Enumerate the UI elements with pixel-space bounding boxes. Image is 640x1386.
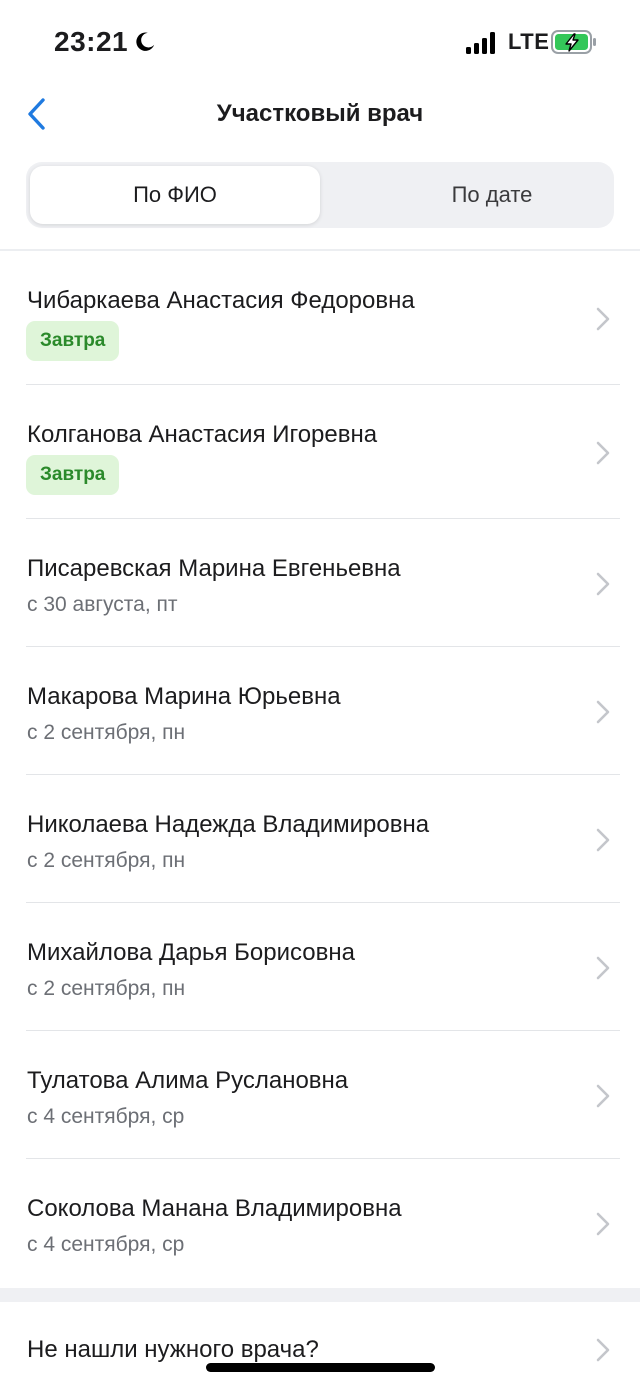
doctor-list: Чибаркаева Анастасия Федоровна Завтра Ко…: [0, 251, 640, 1287]
tab-by-date[interactable]: По дате: [346, 166, 638, 224]
status-bar: 23:21 LTE: [0, 0, 640, 86]
doctor-name: Соколова Манана Владимировна: [27, 1195, 402, 1222]
sort-segmented-control: По ФИО По дате: [26, 162, 614, 228]
list-item[interactable]: Соколова Манана Владимировна с 4 сентябр…: [0, 1159, 640, 1287]
chevron-right-icon: [596, 572, 610, 596]
home-indicator: [206, 1363, 435, 1372]
doctor-name: Писаревская Марина Евгеньевна: [27, 555, 401, 582]
chevron-right-icon: [596, 441, 610, 465]
availability-date: с 30 августа, пт: [27, 593, 178, 616]
doctor-name: Михайлова Дарья Борисовна: [27, 939, 355, 966]
status-time: 23:21: [54, 26, 156, 58]
status-time-text: 23:21: [54, 26, 129, 57]
availability-date: с 2 сентября, пн: [27, 849, 186, 872]
availability-badge: Завтра: [26, 455, 120, 495]
section-separator: [0, 1288, 640, 1302]
availability-date: с 4 сентября, ср: [27, 1105, 185, 1128]
list-item[interactable]: Михайлова Дарья Борисовна с 2 сентября, …: [0, 903, 640, 1031]
availability-date: с 2 сентября, пн: [27, 977, 186, 1000]
list-item[interactable]: Макарова Марина Юрьевна с 2 сентября, пн: [0, 647, 640, 775]
availability-date: с 4 сентября, ср: [27, 1233, 185, 1256]
list-item[interactable]: Чибаркаева Анастасия Федоровна Завтра: [0, 251, 640, 385]
nav-bar: Участковый врач: [0, 86, 640, 146]
availability-badge: Завтра: [26, 321, 120, 361]
list-item[interactable]: Писаревская Марина Евгеньевна с 30 авгус…: [0, 519, 640, 647]
chevron-right-icon: [596, 828, 610, 852]
chevron-right-icon: [596, 307, 610, 331]
doctor-name: Николаева Надежда Владимировна: [27, 811, 430, 838]
list-item[interactable]: Тулатова Алима Руслановна с 4 сентября, …: [0, 1031, 640, 1159]
doctor-name: Тулатова Алима Руслановна: [27, 1067, 349, 1094]
network-label: LTE: [508, 29, 550, 54]
chevron-right-icon: [596, 1338, 610, 1362]
doctor-not-found-row[interactable]: Не нашли нужного врача?: [0, 1302, 640, 1386]
doctor-name: Колганова Анастасия Игоревна: [27, 421, 378, 448]
doctor-name: Макарова Марина Юрьевна: [27, 683, 341, 710]
list-item[interactable]: Колганова Анастасия Игоревна Завтра: [0, 385, 640, 519]
chevron-right-icon: [596, 956, 610, 980]
chevron-right-icon: [596, 700, 610, 724]
list-item[interactable]: Николаева Надежда Владимировна с 2 сентя…: [0, 775, 640, 903]
moon-icon: [136, 32, 155, 51]
availability-date: с 2 сентября, пн: [27, 721, 186, 744]
battery-charging-icon: [551, 30, 596, 54]
page-title: Участковый врач: [216, 100, 424, 127]
signal-icon: [466, 32, 495, 54]
doctor-not-found-label: Не нашли нужного врача?: [27, 1336, 319, 1363]
chevron-right-icon: [596, 1212, 610, 1236]
chevron-right-icon: [596, 1084, 610, 1108]
tab-by-name[interactable]: По ФИО: [30, 166, 320, 224]
screen: 23:21 LTE Участковый врач По ФИО По дате…: [0, 0, 640, 1386]
doctor-name: Чибаркаева Анастасия Федоровна: [27, 287, 415, 314]
